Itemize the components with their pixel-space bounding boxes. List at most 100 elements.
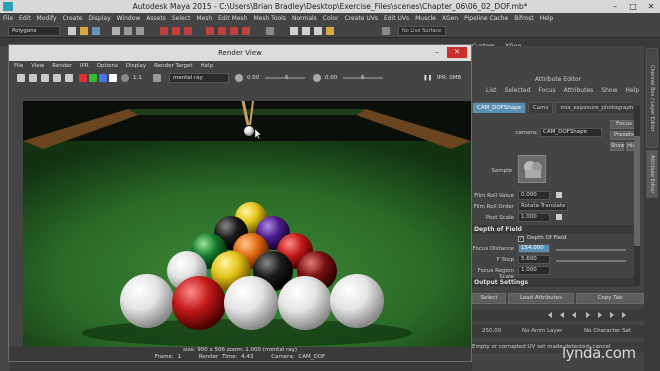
menu-select[interactable]: Select [172,15,191,22]
playback-buttons-icon[interactable] [472,309,650,321]
ipr-render-icon[interactable] [302,27,310,35]
menu-modify[interactable]: Modify [37,15,57,22]
render-region-icon[interactable] [53,74,61,82]
render-frame-icon[interactable] [290,27,298,35]
anim-layer-select[interactable]: No Anim Layer [522,325,562,337]
keep-image-icon[interactable] [153,74,161,82]
pause-ipr-icon[interactable]: ❚❚ [423,73,432,83]
rv-menu-options[interactable]: Options [97,63,118,69]
magnet-icon[interactable] [382,27,390,35]
scrollbar-thumb[interactable] [634,136,640,246]
menu-normals[interactable]: Normals [292,15,317,22]
menu-file[interactable]: File [3,15,13,22]
alpha-channel-icon[interactable] [121,74,129,82]
ae-menu-show[interactable]: Show [601,87,617,94]
tab-cams[interactable]: Cams [527,102,554,113]
new-scene-icon[interactable] [68,27,76,35]
paint-select-icon[interactable] [136,27,144,35]
menu-edit-mesh[interactable]: Edit Mesh [218,15,247,22]
ae-menu-attributes[interactable]: Attributes [564,87,594,94]
hypershade-icon[interactable] [326,27,334,35]
tab-mia-exposure[interactable]: mia_exposure_photographic1 [555,102,634,113]
attribute-editor-scrollbar[interactable] [634,106,640,286]
select-object-icon[interactable] [172,27,180,35]
film-roll-order-select[interactable]: Rotate-Translate [518,202,568,211]
menu-xgen[interactable]: XGen [442,15,458,22]
focus-distance-slider[interactable] [556,249,626,251]
select-button[interactable]: Select [472,293,506,304]
render-settings-icon[interactable] [314,27,322,35]
menu-edit[interactable]: Edit [19,15,31,22]
select-hierarchy-icon[interactable] [160,27,168,35]
snap-grid-icon[interactable] [206,27,214,35]
rv-menu-view[interactable]: View [31,63,44,69]
rv-menu-render[interactable]: Render [52,63,72,69]
menu-bifrost[interactable]: Bifrost [514,15,533,22]
snap-point-icon[interactable] [230,27,238,35]
render-view-close-icon[interactable]: ✕ [447,47,467,58]
lasso-tool-icon[interactable] [124,27,132,35]
menu-edit-uvs[interactable]: Edit UVs [384,15,409,22]
menu-muscle[interactable]: Muscle [415,15,436,22]
post-scale-field[interactable]: 1.000 [518,213,550,222]
render-view-minimize-icon[interactable]: – [431,47,443,58]
ae-menu-list[interactable]: List [486,87,497,94]
snap-plane-icon[interactable] [242,27,250,35]
select-component-icon[interactable] [184,27,192,35]
rv-menu-render-target[interactable]: Render Target [154,63,192,69]
menu-pipeline-cache[interactable]: Pipeline Cache [464,15,508,22]
redo-render-icon[interactable] [17,74,25,82]
save-scene-icon[interactable] [92,27,100,35]
maximize-icon[interactable]: □ [624,0,642,13]
menu-create[interactable]: Create [63,15,83,22]
menu-display[interactable]: Display [89,15,111,22]
rgb-channel-icon[interactable] [109,74,117,82]
snap-curve-icon[interactable] [218,27,226,35]
minimize-icon[interactable]: – [606,0,624,13]
range-end-field[interactable]: 250.00 [482,325,501,337]
copy-tab-button[interactable]: Copy Tab [576,293,644,304]
select-tool-icon[interactable] [112,27,120,35]
renderer-select[interactable]: mental ray [169,73,229,83]
tab-attribute-editor[interactable]: Attribute Editor [646,150,658,198]
exposure-value[interactable]: 0.00 [247,73,259,83]
ratio-label[interactable]: 1:1 [133,73,142,83]
green-channel-icon[interactable] [89,74,97,82]
tab-channel-box[interactable]: Channel Box / Layer Editor [646,48,658,148]
depth-of-field-section[interactable]: Depth of Field [472,225,634,234]
focus-distance-field[interactable]: 154.000 [518,244,550,253]
show-button[interactable]: Show [610,142,625,151]
rv-menu-file[interactable]: File [14,63,23,69]
menu-color[interactable]: Color [323,15,339,22]
output-settings-section[interactable]: Output Settings [472,278,634,287]
rv-menu-display[interactable]: Display [126,63,146,69]
close-icon[interactable]: ✕ [642,0,660,13]
gamma-value[interactable]: 0.00 [325,73,337,83]
snapshot-icon[interactable] [65,74,73,82]
rv-menu-ipr[interactable]: IPR [80,63,89,69]
ipr-icon[interactable] [29,74,37,82]
menu-create-uvs[interactable]: Create UVs [344,15,377,22]
refresh-ipr-icon[interactable] [41,74,49,82]
dof-checkbox[interactable]: ✓ [518,236,524,242]
ae-menu-focus[interactable]: Focus [539,87,556,94]
history-icon[interactable] [266,27,274,35]
render-image[interactable] [23,101,471,347]
open-scene-icon[interactable] [80,27,88,35]
film-roll-value-field[interactable]: 0.000 [518,191,550,200]
menu-assets[interactable]: Assets [146,15,166,22]
menu-window[interactable]: Window [117,15,141,22]
f-stop-field[interactable]: 5.600 [518,255,550,264]
menu-help[interactable]: Help [540,15,554,22]
red-channel-icon[interactable] [79,74,87,82]
film-roll-map-icon[interactable] [556,192,562,198]
focus-region-scale-field[interactable]: 1.000 [518,266,550,275]
menu-mesh[interactable]: Mesh [196,15,212,22]
blue-channel-icon[interactable] [99,74,107,82]
live-surface-field[interactable]: No Live Surface [398,26,446,36]
character-set-select[interactable]: No Character Set [584,325,631,337]
f-stop-slider[interactable] [556,260,626,262]
ae-menu-help[interactable]: Help [625,87,639,94]
menu-mesh-tools[interactable]: Mesh Tools [253,15,285,22]
post-scale-map-icon[interactable] [556,214,562,220]
